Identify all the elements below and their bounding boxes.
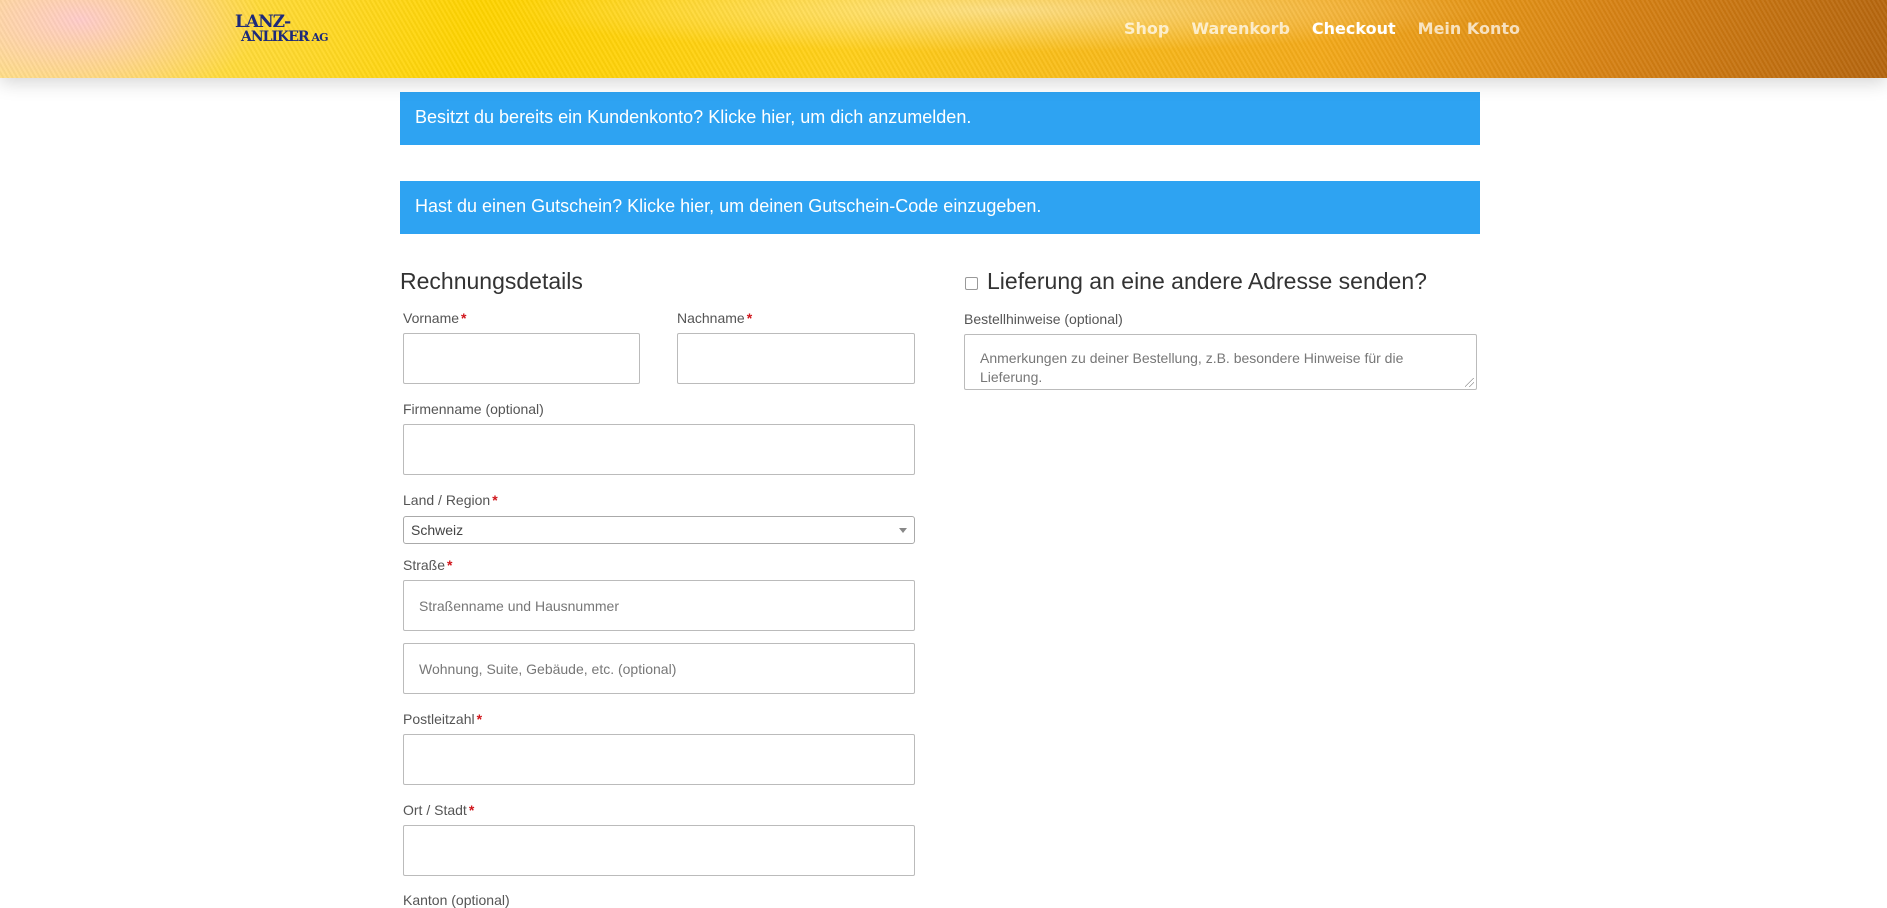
coupon-notice[interactable]: Hast du einen Gutschein? Klicke hier, um… <box>400 181 1480 234</box>
required-marker: * <box>476 711 483 727</box>
required-marker: * <box>461 310 467 326</box>
last-name-label-text: Nachname <box>677 310 745 326</box>
last-name-label: Nachname * <box>677 310 752 326</box>
order-notes-placeholder: Anmerkungen zu deiner Bestellung, z.B. b… <box>980 350 1404 385</box>
ship-different-title[interactable]: Lieferung an eine andere Adresse senden? <box>987 268 1427 295</box>
country-label: Land / Region * <box>403 492 498 508</box>
country-label-text: Land / Region <box>403 492 491 508</box>
nav-account[interactable]: Mein Konto <box>1418 19 1520 38</box>
required-marker: * <box>447 557 453 573</box>
nav-checkout[interactable]: Checkout <box>1312 19 1396 38</box>
required-marker: * <box>492 492 498 508</box>
order-notes-field[interactable]: Anmerkungen zu deiner Bestellung, z.B. b… <box>964 334 1477 390</box>
chevron-down-icon <box>899 528 907 533</box>
city-field[interactable] <box>403 825 915 876</box>
state-label: Kanton (optional) <box>403 892 510 908</box>
street2-field[interactable]: Wohnung, Suite, Gebäude, etc. (optional) <box>403 643 915 694</box>
first-name-label-text: Vorname <box>403 310 460 326</box>
country-select[interactable]: Schweiz <box>403 516 915 544</box>
required-marker: * <box>746 310 753 326</box>
logo-line2-text: ANLIKER <box>241 29 310 45</box>
logo[interactable]: LANZ- ANLIKER AG <box>235 14 355 48</box>
first-name-label: Vorname * <box>403 310 467 326</box>
company-field[interactable] <box>403 424 915 475</box>
main-nav: Shop Warenkorb Checkout Mein Konto <box>1124 19 1520 38</box>
street-label-text: Straße <box>403 557 446 573</box>
last-name-field[interactable] <box>677 333 915 384</box>
street-label: Straße * <box>403 557 452 573</box>
logo-suffix: AG <box>311 31 329 44</box>
city-label: Ort / Stadt * <box>403 802 474 818</box>
first-name-field[interactable] <box>403 333 640 384</box>
street2-placeholder: Wohnung, Suite, Gebäude, etc. (optional) <box>419 660 677 677</box>
country-select-value: Schweiz <box>411 522 464 538</box>
billing-title: Rechnungsdetails <box>400 268 583 294</box>
site-header: LANZ- ANLIKER AG Shop Warenkorb Checkout … <box>0 0 1887 78</box>
logo-line2: ANLIKER AG <box>241 29 329 45</box>
login-notice[interactable]: Besitzt du bereits ein Kundenkonto? Klic… <box>400 92 1480 145</box>
required-marker: * <box>468 802 475 818</box>
company-label: Firmenname (optional) <box>403 401 544 417</box>
resize-handle-icon[interactable] <box>1465 378 1474 387</box>
street-field[interactable]: Straßenname und Hausnummer <box>403 580 915 631</box>
postcode-field[interactable] <box>403 734 915 785</box>
nav-shop[interactable]: Shop <box>1124 19 1169 38</box>
city-label-text: Ort / Stadt <box>403 802 467 818</box>
order-notes-label: Bestellhinweise (optional) <box>964 311 1123 327</box>
street-placeholder: Straßenname und Hausnummer <box>419 597 619 614</box>
postcode-label: Postleitzahl * <box>403 711 482 727</box>
postcode-label-text: Postleitzahl <box>403 711 475 727</box>
nav-cart[interactable]: Warenkorb <box>1191 19 1290 38</box>
ship-different-checkbox[interactable] <box>965 277 978 290</box>
